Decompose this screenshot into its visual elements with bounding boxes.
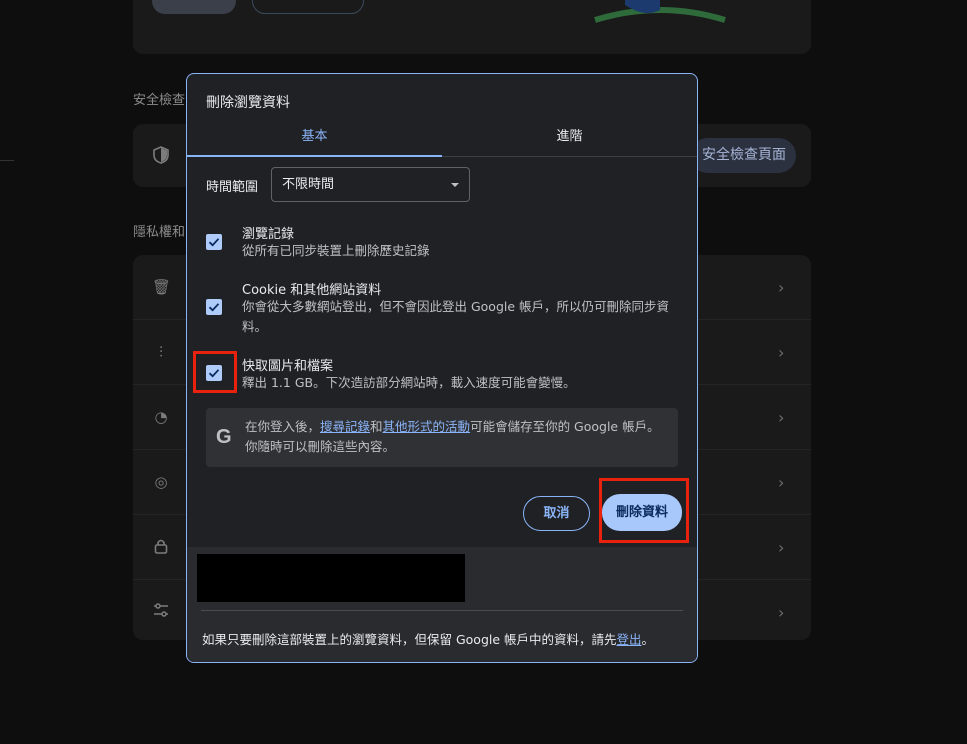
bg-pill-button[interactable] <box>152 0 236 14</box>
sliders-icon: ⫶ <box>159 343 163 361</box>
option-title: 瀏覽記錄 <box>242 227 295 242</box>
bg-section-label-safety: 安全檢查 <box>133 93 186 108</box>
search-history-link[interactable]: 搜尋記錄 <box>320 419 370 434</box>
tab-selected-indicator <box>187 155 442 157</box>
chevron-right-icon[interactable]: › <box>778 343 784 362</box>
time-range-value: 不限時間 <box>282 177 335 192</box>
chevron-right-icon[interactable]: › <box>778 473 784 492</box>
chevron-right-icon[interactable]: › <box>778 408 784 427</box>
google-activity-info: G 在你登入後，搜尋記錄和其他形式的活動可能會儲存至你的 Google 帳戶。你… <box>206 408 678 467</box>
tab-basic[interactable]: 基本 <box>187 118 442 157</box>
tab-advanced[interactable]: 進階 <box>442 118 697 157</box>
dialog-tabs: 基本 進階 <box>187 118 697 157</box>
info-text: 在你登入後，搜尋記錄和其他形式的活動可能會儲存至你的 Google 帳戶。你隨時… <box>245 417 665 457</box>
chevron-right-icon[interactable]: › <box>778 603 784 622</box>
shield-check-icon <box>152 146 170 164</box>
dialog-footer: 如果只要刪除這部裝置上的瀏覽資料，但保留 Google 帳戶中的資料，請先登出。 <box>187 547 697 662</box>
bg-section-label-privacy: 隱私權和 <box>133 225 186 240</box>
checkmark-icon <box>208 238 220 247</box>
cookie-icon: ◔ <box>154 408 168 426</box>
option-description: 從所有已同步裝置上刪除歷史記錄 <box>242 243 430 258</box>
option-description: 你會從大多數網站登出，但不會因此登出 Google 帳戶，所以仍可刪除同步資料。 <box>242 299 670 334</box>
highlight-box-checkbox <box>193 351 237 393</box>
dropdown-caret-icon <box>451 183 459 187</box>
option-title: Cookie 和其他網站資料 <box>242 283 382 298</box>
google-g-icon: G <box>216 426 232 448</box>
lock-icon <box>152 538 170 556</box>
info-middle: 和 <box>370 419 383 434</box>
sign-out-link[interactable]: 登出 <box>617 632 642 647</box>
bg-outline-button[interactable] <box>252 0 364 14</box>
footer-text: 如果只要刪除這部裝置上的瀏覽資料，但保留 Google 帳戶中的資料，請先登出。 <box>202 629 654 648</box>
browsing-history-checkbox[interactable] <box>206 234 222 250</box>
cookies-checkbox[interactable] <box>206 299 222 315</box>
info-prefix: 在你登入後， <box>245 419 321 434</box>
shield-illustration-icon <box>594 0 726 23</box>
tune-icon <box>152 603 170 621</box>
option-title: 快取圖片和檔案 <box>242 359 334 374</box>
option-description: 釋出 1.1 GB。下次造訪部分網站時，載入速度可能會變慢。 <box>242 375 576 390</box>
highlight-box-delete <box>599 478 689 543</box>
other-activity-link[interactable]: 其他形式的活動 <box>383 419 471 434</box>
footer-divider <box>201 610 683 611</box>
ad-privacy-icon: ◎ <box>154 473 168 491</box>
chevron-right-icon[interactable]: › <box>778 278 784 297</box>
checkmark-icon <box>208 303 220 312</box>
time-range-label: 時間範圍 <box>206 180 259 195</box>
chevron-right-icon[interactable]: › <box>778 538 784 557</box>
safety-check-page-button[interactable]: 安全檢查頁面 <box>690 138 796 173</box>
trash-icon: 🗑 <box>152 278 172 296</box>
dialog-title: 刪除瀏覽資料 <box>206 95 290 111</box>
clear-browsing-data-dialog: 刪除瀏覽資料 基本 進階 時間範圍 不限時間 瀏覽記錄 從所有已同步裝置上刪除歷… <box>186 73 698 663</box>
cancel-button[interactable]: 取消 <box>523 496 590 531</box>
time-range-select[interactable]: 不限時間 <box>271 167 470 202</box>
bg-left-line <box>0 160 14 161</box>
footer-message: 如果只要刪除這部裝置上的瀏覽資料，但保留 Google 帳戶中的資料，請先 <box>202 632 617 647</box>
redacted-account-area <box>197 554 465 602</box>
footer-end: 。 <box>641 632 655 647</box>
